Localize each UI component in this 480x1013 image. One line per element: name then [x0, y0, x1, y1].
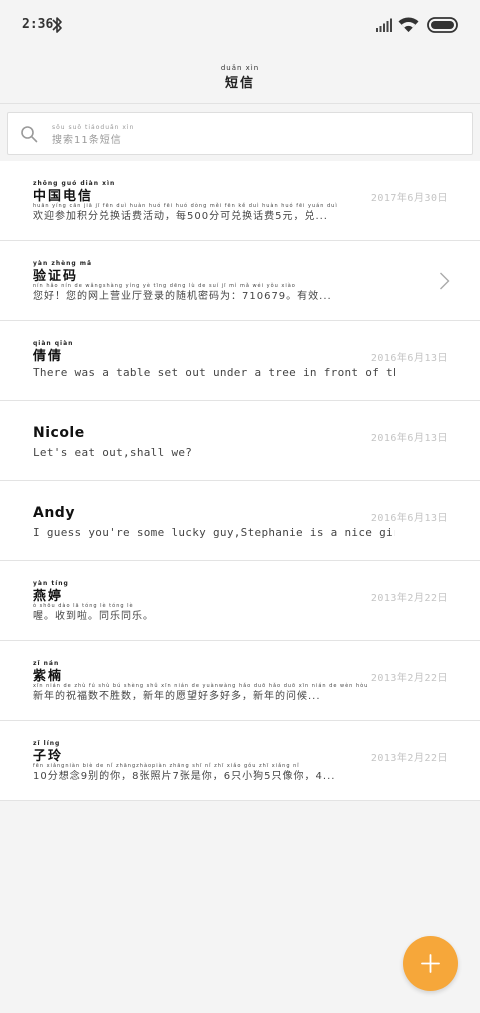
signal-icon [376, 18, 392, 32]
status-bar: 2:36 [0, 0, 480, 50]
message-item[interactable]: Nicole 2016年6月13日 Let's eat out,shall we… [0, 401, 480, 481]
message-date: 2013年2月22日 [370, 753, 448, 764]
message-item[interactable]: yàn zhèng mǎ 验证码 nín hǎo nín de wǎngshàn… [0, 241, 480, 321]
sender-name: 燕婷 [33, 589, 64, 604]
message-preview: 您好！您的网上营业厅登录的随机密码为：710679。有效... [33, 291, 332, 302]
message-item[interactable]: zhōng guó diàn xìn 中国电信 2017年6月30日 huān … [0, 161, 480, 241]
message-item[interactable]: qiàn qiàn 倩倩 2016年6月13日 There was a tabl… [0, 321, 480, 401]
sender-name: 中国电信 [33, 189, 94, 204]
message-list: zhōng guó diàn xìn 中国电信 2017年6月30日 huān … [0, 161, 480, 801]
message-item[interactable]: zǐ nán 紫楠 2013年2月22日 xīn nián de zhù fú … [0, 641, 480, 721]
bluetooth-icon [52, 17, 62, 33]
new-message-button[interactable] [403, 936, 458, 991]
app-header: duǎn xìn 短信 [0, 50, 480, 103]
sender-name: 紫楠 [33, 669, 64, 684]
search-placeholder: 搜索11条短信 [52, 135, 122, 146]
message-date: 2013年2月22日 [370, 673, 448, 684]
message-preview: Let's eat out,shall we? [33, 446, 193, 459]
message-item[interactable]: Andy 2016年6月13日 I guess you're some luck… [0, 481, 480, 561]
message-item[interactable]: zǐ líng 子玲 2013年2月22日 fēn xiǎngniàn biè … [0, 721, 480, 801]
search-placeholder-pinyin: sōu suǒ tiáoduǎn xìn [52, 124, 135, 131]
sender-name: 子玲 [33, 749, 64, 764]
search-icon [21, 126, 38, 143]
message-preview: 新年的祝福数不胜数，新年的愿望好多好多，新年的问候... [33, 691, 321, 702]
message-date: 2016年6月13日 [370, 353, 448, 364]
page-title: 短信 [224, 76, 255, 91]
message-preview: I guess you're some lucky guy,Stephanie … [33, 526, 395, 539]
message-date: 2016年6月13日 [370, 513, 448, 524]
wifi-icon [398, 17, 419, 32]
message-date: 2016年6月13日 [370, 433, 448, 444]
status-time: 2:36 [22, 17, 54, 32]
message-preview: 欢迎参加积分兑换话费活动，每500分可兑换话费5元，兑... [33, 211, 328, 222]
sender-name: Nicole [33, 425, 85, 441]
chevron-right-icon[interactable] [439, 271, 450, 291]
sender-name: 验证码 [33, 269, 79, 284]
message-date: 2017年6月30日 [370, 193, 448, 204]
battery-icon [427, 17, 458, 33]
message-preview: 喔。收到啦。同乐同乐。 [33, 611, 154, 622]
sender-name: Andy [33, 505, 75, 521]
message-preview: 10分想念9别的你，8张照片7张是你，6只小狗5只像你，4... [33, 771, 336, 782]
search-bar: sōu suǒ tiáoduǎn xìn 搜索11条短信 [0, 103, 480, 161]
message-date: 2013年2月22日 [370, 593, 448, 604]
search-input[interactable]: sōu suǒ tiáoduǎn xìn 搜索11条短信 [7, 112, 473, 155]
plus-icon [421, 954, 440, 973]
page-title-pinyin: duǎn xìn [220, 64, 260, 72]
message-item[interactable]: yàn tíng 燕婷 2013年2月22日 ò shōu dào lā tón… [0, 561, 480, 641]
message-preview: There was a table set out under a tree i… [33, 366, 395, 379]
sender-name: 倩倩 [33, 349, 64, 364]
